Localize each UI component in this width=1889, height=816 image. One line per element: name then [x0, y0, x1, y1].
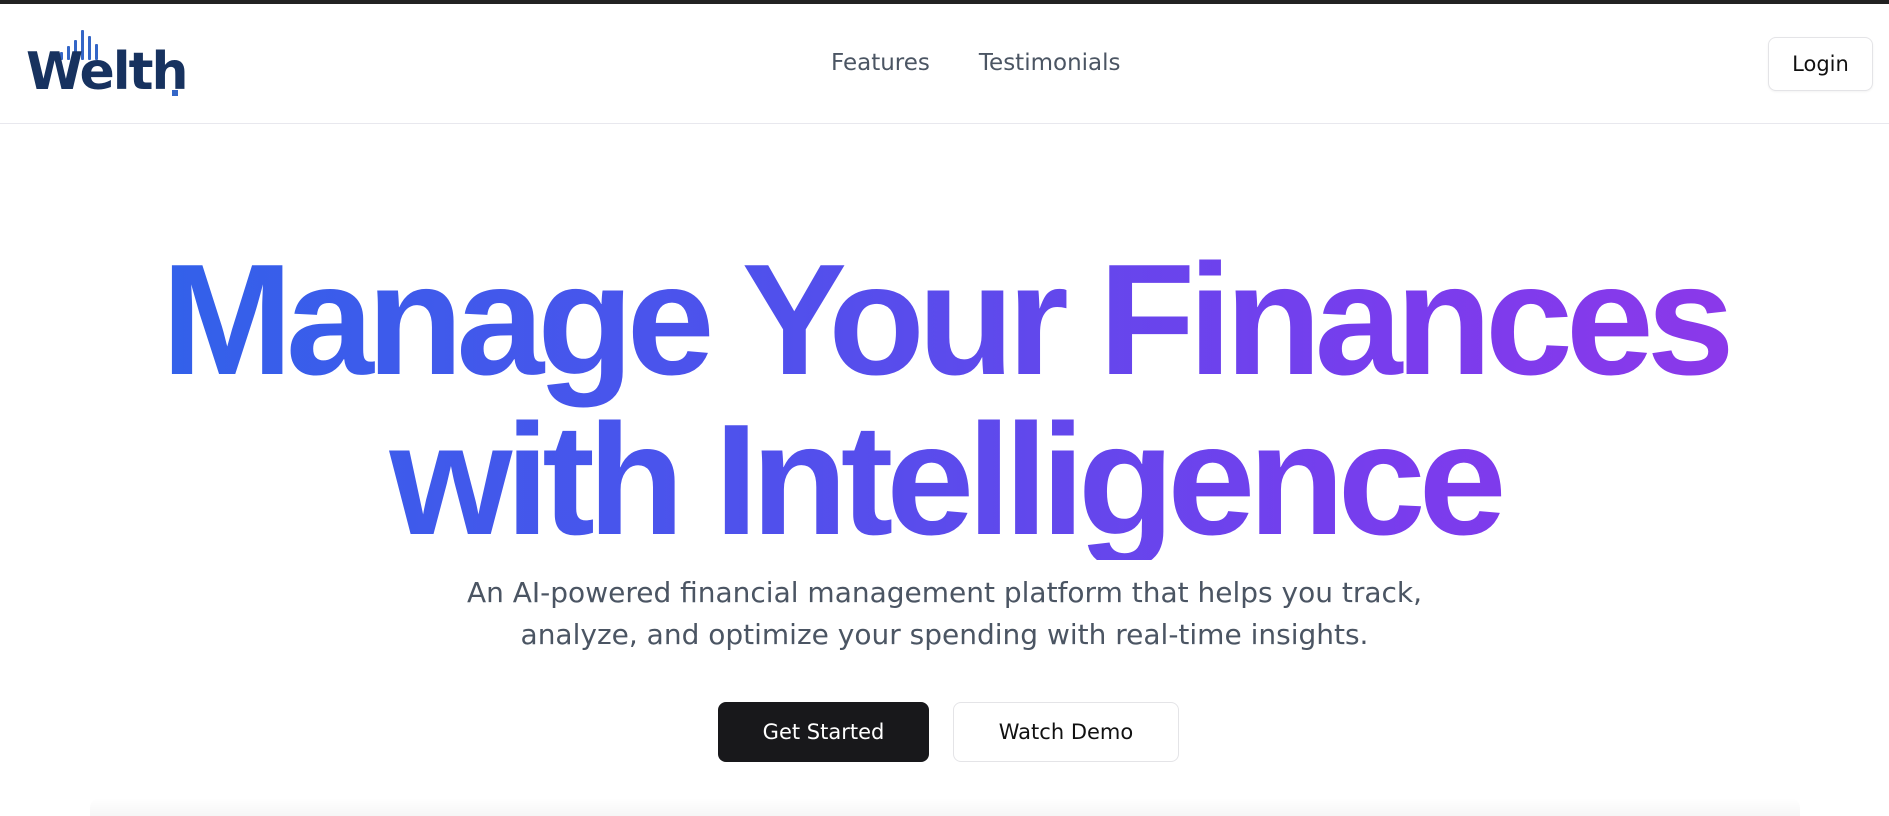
- hero-title: Manage Your Finances with Intelligence: [0, 240, 1889, 560]
- nav-link-testimonials[interactable]: Testimonials: [979, 48, 1121, 78]
- login-button[interactable]: Login: [1768, 37, 1873, 91]
- hero-subtitle-line-2: analyze, and optimize your spending with…: [520, 618, 1369, 651]
- hero-title-line-1: Manage Your Finances: [161, 232, 1728, 408]
- watch-demo-button[interactable]: Watch Demo: [953, 702, 1179, 762]
- nav-link-features[interactable]: Features: [831, 48, 930, 78]
- logo-wordmark: Welth: [26, 42, 188, 102]
- hero-title-line-2: with Intelligence: [389, 392, 1500, 568]
- get-started-button[interactable]: Get Started: [718, 702, 929, 762]
- site-header: Welth Features Testimonials Login: [0, 4, 1889, 124]
- hero-subtitle-line-1: An AI-powered financial management platf…: [466, 576, 1423, 609]
- welth-logo[interactable]: Welth: [26, 30, 188, 110]
- hero-subtitle: An AI-powered financial management platf…: [0, 572, 1889, 656]
- logo-dot: [172, 90, 178, 96]
- dashboard-preview-edge: [90, 798, 1800, 816]
- hero-cta-row: Get Started Watch Demo: [718, 702, 1179, 762]
- main-nav: Features Testimonials: [831, 48, 1121, 78]
